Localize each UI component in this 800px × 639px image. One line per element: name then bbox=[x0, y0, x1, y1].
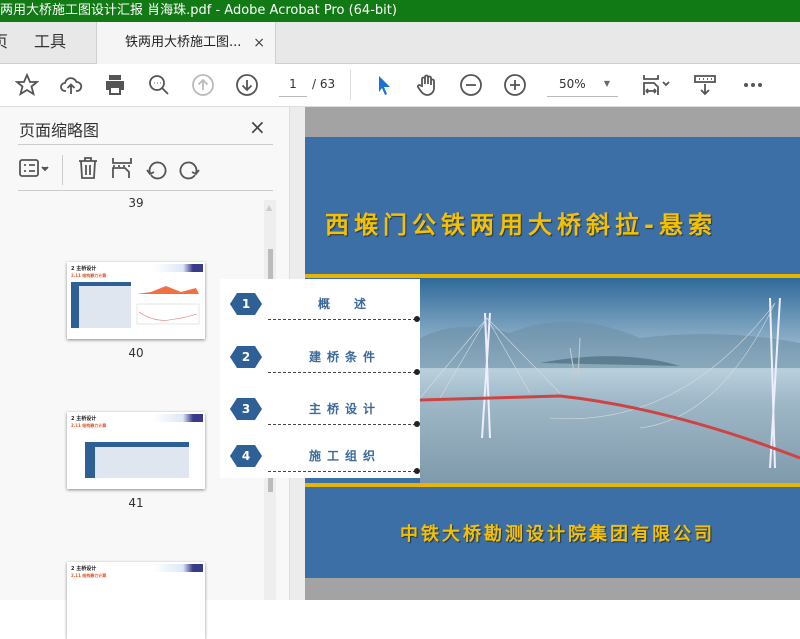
next-page-icon[interactable] bbox=[232, 70, 262, 100]
page-thumbnail-40[interactable]: 2 主桥设计 2.11 结构静力计算 bbox=[67, 262, 205, 339]
leader-dot bbox=[414, 468, 420, 474]
divider bbox=[18, 144, 273, 145]
panel-title: 页面缩略图 bbox=[19, 121, 100, 140]
number-badge: 2 bbox=[230, 346, 262, 368]
previous-page-icon[interactable] bbox=[188, 70, 218, 100]
thumbnail-subheading: 2.11 结构静力计算 bbox=[71, 423, 107, 428]
contents-label: 建桥条件 bbox=[308, 350, 381, 364]
page-number-label: 39 bbox=[128, 196, 144, 210]
zoom-out-icon[interactable] bbox=[456, 70, 486, 100]
search-icon[interactable] bbox=[144, 70, 174, 100]
contents-label: 主桥设计 bbox=[308, 402, 381, 416]
company-name: 中铁大桥勘测设计院集团有限公司 bbox=[400, 524, 715, 545]
contents-item-1[interactable]: 1 概 述 bbox=[230, 285, 420, 325]
thumbnail-subheading: 2.11 结构静力计算 bbox=[71, 573, 107, 578]
zoom-in-icon[interactable] bbox=[500, 70, 530, 100]
contents-item-4[interactable]: 4 施工组织 bbox=[230, 437, 420, 477]
hand-tool-icon[interactable] bbox=[412, 70, 442, 100]
number-badge: 1 bbox=[230, 293, 262, 315]
dashed-leader bbox=[268, 424, 416, 425]
close-panel-icon[interactable]: × bbox=[249, 115, 266, 139]
thumbnail-heading: 2 主桥设计 bbox=[71, 416, 97, 422]
chevron-down-icon: ▼ bbox=[603, 79, 610, 88]
thumbnail-content bbox=[71, 282, 200, 328]
leader-dot bbox=[414, 316, 420, 322]
bridge-photo bbox=[420, 278, 800, 483]
leader-dot bbox=[414, 421, 420, 427]
tab-document-label: 铁两用大桥施工图... bbox=[125, 35, 242, 50]
contents-item-2[interactable]: 2 建桥条件 bbox=[230, 338, 420, 378]
tab-home[interactable]: 页 bbox=[0, 22, 8, 64]
thumbnail-logo bbox=[153, 414, 203, 422]
page-thumbnail-42[interactable]: 2 主桥设计 2.11 结构静力计算 bbox=[67, 562, 205, 639]
thumbnail-logo bbox=[153, 564, 203, 572]
thumbnail-options-icon[interactable] bbox=[18, 156, 54, 184]
cloud-upload-icon[interactable] bbox=[56, 70, 86, 100]
slide-contents-menu: 1 概 述 2 建桥条件 3 主桥设计 4 施工组织 bbox=[220, 279, 420, 478]
page-thumbnail-41[interactable]: 2 主桥设计 2.11 结构静力计算 bbox=[67, 412, 205, 489]
close-tab-icon[interactable]: × bbox=[253, 22, 265, 64]
divider bbox=[18, 190, 273, 191]
contents-label: 概 述 bbox=[317, 297, 372, 311]
window-title: 两用大桥施工图设计汇报 肖海珠.pdf - Adobe Acrobat Pro … bbox=[0, 0, 800, 22]
scroll-up-arrow-icon[interactable]: ▲ bbox=[266, 203, 272, 212]
select-cursor-icon[interactable] bbox=[368, 70, 398, 100]
number-badge: 4 bbox=[230, 445, 262, 467]
dashed-leader bbox=[268, 471, 416, 472]
dashed-leader bbox=[268, 319, 416, 320]
more-options-icon[interactable] bbox=[738, 70, 768, 100]
page-number-label: 40 bbox=[128, 346, 144, 360]
zoom-level-dropdown[interactable]: 50% ▼ bbox=[547, 73, 618, 97]
tab-bar: 页 工具 铁两用大桥施工图... × bbox=[0, 22, 800, 65]
leader-dot bbox=[414, 369, 420, 375]
thumbnail-heading: 2 主桥设计 bbox=[71, 266, 97, 272]
contents-item-3[interactable]: 3 主桥设计 bbox=[230, 390, 420, 430]
thumbnail-heading: 2 主桥设计 bbox=[71, 566, 97, 572]
rotate-counterclockwise-icon[interactable] bbox=[144, 156, 172, 184]
extract-page-icon[interactable] bbox=[110, 156, 138, 184]
thumbnail-subheading: 2.11 结构静力计算 bbox=[71, 273, 107, 278]
delete-page-icon[interactable] bbox=[76, 156, 104, 184]
print-icon[interactable] bbox=[100, 70, 130, 100]
thumbnail-table bbox=[85, 442, 189, 478]
slide-title: 西堠门公铁两用大桥斜拉-悬索 bbox=[325, 211, 717, 239]
toolbar: 1 / 63 50% ▼ bbox=[0, 64, 800, 107]
page-number-label: 41 bbox=[128, 496, 144, 510]
number-badge: 3 bbox=[230, 398, 262, 420]
bookmark-star-icon[interactable] bbox=[12, 70, 42, 100]
page-number-input[interactable]: 1 bbox=[279, 73, 307, 97]
dashed-leader bbox=[268, 372, 416, 373]
contents-label: 施工组织 bbox=[308, 449, 381, 463]
tab-tools[interactable]: 工具 bbox=[34, 22, 66, 64]
tab-document[interactable]: 铁两用大桥施工图... × bbox=[96, 22, 276, 65]
thumbnail-logo bbox=[153, 264, 203, 272]
gold-rule bbox=[305, 483, 800, 487]
zoom-level-value: 50% bbox=[559, 77, 586, 91]
toolbar-divider bbox=[350, 70, 351, 100]
page-total: / 63 bbox=[312, 77, 336, 91]
rotate-clockwise-icon[interactable] bbox=[178, 156, 206, 184]
scroll-mode-icon[interactable] bbox=[690, 70, 720, 100]
fit-page-icon[interactable] bbox=[636, 70, 676, 100]
divider bbox=[62, 155, 63, 185]
